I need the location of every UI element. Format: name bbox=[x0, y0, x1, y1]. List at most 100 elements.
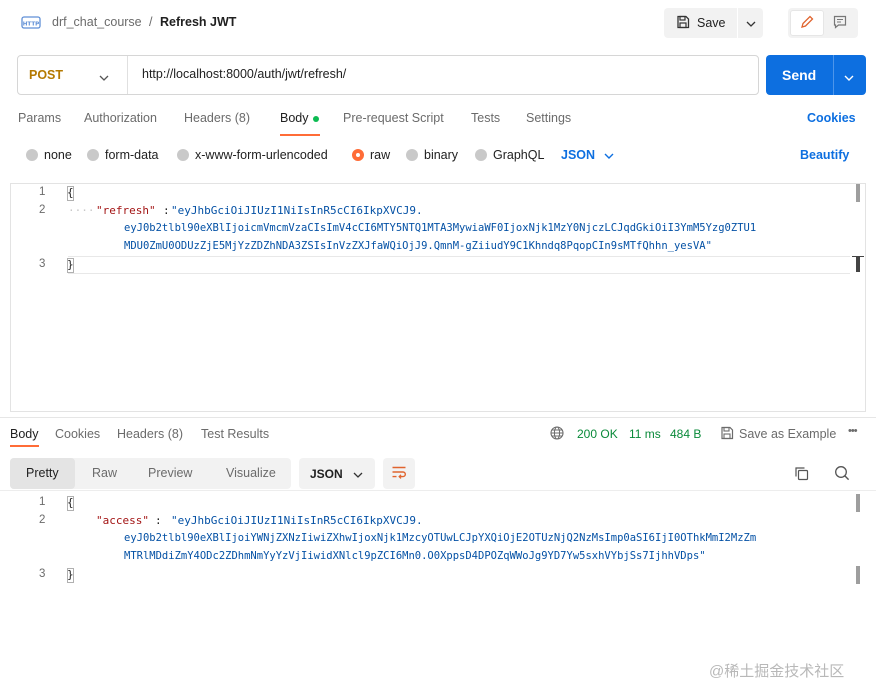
active-tab-underline bbox=[280, 134, 320, 136]
radio-x-www-form-urlencoded[interactable]: x-www-form-urlencoded bbox=[177, 148, 328, 162]
close-brace: } bbox=[67, 258, 74, 271]
scrollbar-thumb[interactable] bbox=[856, 494, 860, 512]
response-tab-test-results[interactable]: Test Results bbox=[201, 427, 269, 441]
line-number: 3 bbox=[39, 568, 46, 580]
body-format-label: JSON bbox=[561, 148, 596, 162]
method-selector[interactable]: POST bbox=[29, 68, 63, 82]
cookies-link[interactable]: Cookies bbox=[807, 111, 856, 125]
tab-headers[interactable]: Headers (8) bbox=[184, 111, 250, 125]
scroll-marker-cap bbox=[852, 256, 864, 257]
chevron-down-icon bbox=[353, 467, 363, 481]
view-raw[interactable]: Raw bbox=[92, 466, 117, 480]
response-tab-body[interactable]: Body bbox=[10, 427, 39, 441]
pencil-icon bbox=[800, 15, 814, 32]
edit-button[interactable] bbox=[790, 10, 824, 36]
radio-none[interactable]: none bbox=[26, 148, 72, 162]
json-colon: : bbox=[155, 514, 169, 527]
url-bar bbox=[17, 55, 759, 95]
open-brace: { bbox=[67, 186, 74, 199]
copy-icon[interactable] bbox=[794, 466, 809, 484]
tab-body[interactable]: Body bbox=[280, 111, 309, 125]
send-divider bbox=[833, 55, 834, 95]
radio-label: x-www-form-urlencoded bbox=[195, 148, 328, 162]
tab-authorization[interactable]: Authorization bbox=[84, 111, 157, 125]
indent-dots: ···· bbox=[68, 204, 95, 217]
more-options-icon[interactable]: ••• bbox=[848, 425, 858, 437]
radio-dot bbox=[475, 149, 487, 161]
radio-label: form-data bbox=[105, 148, 159, 162]
json-colon: : bbox=[163, 204, 170, 217]
search-icon[interactable] bbox=[834, 465, 850, 484]
response-tab-headers[interactable]: Headers (8) bbox=[117, 427, 183, 441]
tab-params[interactable]: Params bbox=[18, 111, 61, 125]
request-body-editor[interactable] bbox=[10, 183, 866, 412]
pane-splitter[interactable] bbox=[0, 417, 876, 418]
comments-button[interactable] bbox=[824, 10, 856, 36]
breadcrumb-separator: / bbox=[149, 15, 153, 29]
wrap-lines-icon bbox=[391, 465, 407, 482]
radio-dot bbox=[26, 149, 38, 161]
svg-text:HTTP: HTTP bbox=[23, 21, 40, 27]
radio-label: raw bbox=[370, 148, 391, 162]
json-value-line: eyJ0b2tlbl90eXBlIjoicmVmcmVzaCIsImV4cCI6… bbox=[124, 222, 757, 234]
url-divider bbox=[127, 56, 128, 94]
json-value-line: MTRlMDdiZmY4ODc2ZDhmNmYyYzVjIiwidXNlcl9p… bbox=[124, 550, 706, 562]
chevron-down-icon[interactable] bbox=[99, 70, 109, 84]
line-number: 2 bbox=[39, 514, 46, 526]
breadcrumb-collection[interactable]: drf_chat_course bbox=[52, 15, 142, 29]
view-visualize[interactable]: Visualize bbox=[226, 466, 276, 480]
response-time[interactable]: 11 ms bbox=[629, 427, 661, 441]
line-number: 1 bbox=[39, 496, 46, 508]
wrap-lines-button[interactable] bbox=[383, 458, 415, 489]
chevron-down-icon bbox=[604, 148, 614, 162]
chevron-down-icon bbox=[746, 16, 756, 30]
line-number: 1 bbox=[39, 186, 46, 198]
save-as-example-button[interactable]: Save as Example bbox=[739, 427, 836, 441]
radio-dot bbox=[406, 149, 418, 161]
radio-graphql[interactable]: GraphQL bbox=[475, 148, 544, 162]
save-icon bbox=[720, 426, 734, 443]
radio-label: none bbox=[44, 148, 72, 162]
active-tab-underline bbox=[10, 445, 39, 447]
beautify-button[interactable]: Beautify bbox=[800, 148, 849, 162]
scrollbar-thumb[interactable] bbox=[856, 184, 860, 202]
save-icon bbox=[676, 15, 690, 32]
response-format-dropdown[interactable]: JSON bbox=[299, 458, 375, 489]
tab-pre-request-script[interactable]: Pre-request Script bbox=[343, 111, 444, 125]
watermark: @稀土掘金技术社区 bbox=[709, 663, 845, 680]
page-title[interactable]: Refresh JWT bbox=[160, 15, 236, 29]
radio-label: GraphQL bbox=[493, 148, 545, 162]
json-key: "access" bbox=[96, 514, 149, 527]
radio-dot-selected bbox=[352, 149, 364, 161]
close-brace: } bbox=[67, 568, 74, 581]
chevron-down-icon[interactable] bbox=[844, 70, 854, 84]
open-brace: { bbox=[67, 496, 74, 509]
status-code[interactable]: 200 OK bbox=[577, 427, 618, 441]
json-value-line: "eyJhbGciOiJIUzI1NiIsInR5cCI6IkpXVCJ9. bbox=[171, 514, 423, 527]
save-button[interactable]: Save bbox=[664, 8, 737, 38]
response-size[interactable]: 484 B bbox=[670, 427, 701, 441]
radio-dot bbox=[87, 149, 99, 161]
response-tab-cookies[interactable]: Cookies bbox=[55, 427, 100, 441]
json-value-line: "eyJhbGciOiJIUzI1NiIsInR5cCI6IkpXVCJ9. bbox=[171, 204, 423, 217]
save-options-button[interactable] bbox=[738, 8, 763, 38]
radio-form-data[interactable]: form-data bbox=[87, 148, 159, 162]
http-request-icon: HTTP bbox=[21, 14, 41, 31]
tab-settings[interactable]: Settings bbox=[526, 111, 571, 125]
tab-tests[interactable]: Tests bbox=[471, 111, 500, 125]
url-input[interactable]: http://localhost:8000/auth/jwt/refresh/ bbox=[142, 67, 346, 81]
body-format-dropdown[interactable]: JSON bbox=[561, 148, 614, 162]
save-label: Save bbox=[697, 16, 726, 30]
view-preview[interactable]: Preview bbox=[148, 466, 192, 480]
scroll-position-marker bbox=[856, 256, 860, 272]
radio-raw[interactable]: raw bbox=[352, 148, 390, 162]
globe-icon[interactable] bbox=[550, 426, 564, 443]
line-number: 3 bbox=[39, 258, 46, 270]
send-label: Send bbox=[782, 67, 817, 83]
json-key: "refresh" bbox=[96, 204, 156, 217]
view-pretty[interactable]: Pretty bbox=[26, 466, 59, 480]
radio-dot bbox=[177, 149, 189, 161]
radio-binary[interactable]: binary bbox=[406, 148, 458, 162]
response-format-label: JSON bbox=[310, 466, 343, 481]
current-line-highlight bbox=[68, 256, 850, 274]
